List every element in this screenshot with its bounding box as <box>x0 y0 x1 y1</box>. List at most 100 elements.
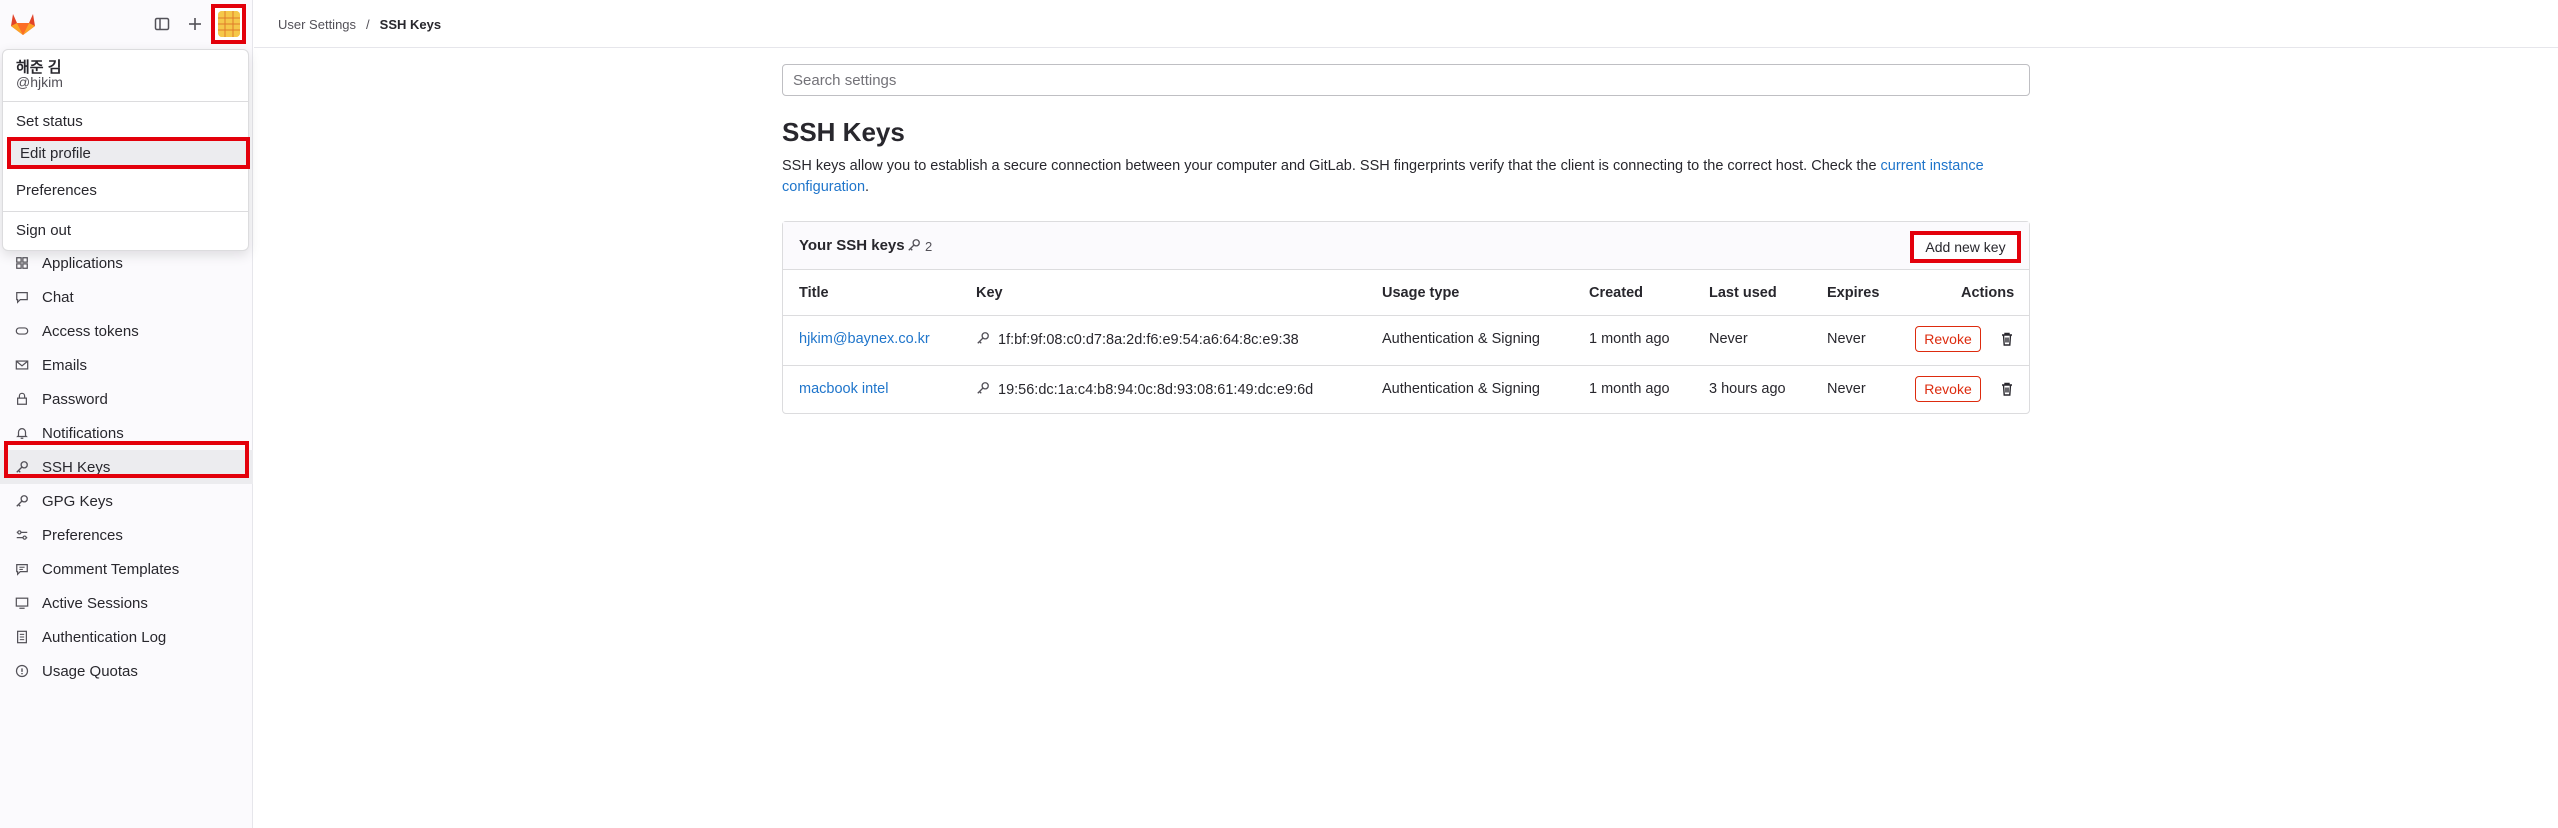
user-handle: @hjkim <box>16 74 63 90</box>
sidebar-item-preferences[interactable]: Preferences <box>0 518 253 552</box>
key-fingerprint-text: 19:56:dc:1a:c4:b8:94:0c:8d:93:08:61:49:d… <box>998 382 1314 398</box>
column-expires: Expires <box>1827 285 1880 301</box>
bell-icon <box>14 425 30 441</box>
column-usage-type: Usage type <box>1382 285 1460 301</box>
column-title: Title <box>799 285 829 301</box>
page-description: SSH keys allow you to establish a secure… <box>782 156 2030 198</box>
key-fingerprint: 1f:bf:9f:08:c0:d7:8a:2d:f6:e9:54:a6:64:8… <box>976 331 1299 349</box>
sidebar-item-access-tokens[interactable]: Access tokens <box>0 314 253 348</box>
sidebar-nav: Applications Chat Access tokens Emails Passw… <box>0 246 253 688</box>
ssh-keys-card: Your SSH keys 2 Add new key Title Key Us… <box>782 221 2030 414</box>
key-icon <box>14 493 30 509</box>
sidebar-item-authentication-log[interactable]: Authentication Log <box>0 620 253 654</box>
card-title: Your SSH keys <box>799 237 905 254</box>
lock-icon <box>14 391 30 407</box>
usage-type: Authentication & Signing <box>1382 381 1540 397</box>
created: 1 month ago <box>1589 381 1670 397</box>
sign-out-item[interactable]: Sign out <box>16 222 71 239</box>
sidebar-item-label: Emails <box>42 356 88 374</box>
last-used: 3 hours ago <box>1709 381 1786 397</box>
breadcrumb-separator: / <box>366 17 370 32</box>
trash-icon[interactable] <box>1997 329 2017 349</box>
edit-profile-item[interactable]: Edit profile <box>7 137 250 169</box>
usage-type: Authentication & Signing <box>1382 331 1540 347</box>
expires: Never <box>1827 381 1866 397</box>
sidebar-item-label: Password <box>42 390 108 408</box>
sidebar-item-label: SSH Keys <box>42 458 111 476</box>
sidebar-item-label: Access tokens <box>42 322 139 340</box>
sidebar-item-label: Usage Quotas <box>42 662 138 680</box>
sidebar-item-comment-templates[interactable]: Comment Templates <box>0 552 253 586</box>
breadcrumb: User Settings / SSH Keys <box>278 17 441 32</box>
comment-template-icon <box>14 561 30 577</box>
preferences-icon <box>14 527 30 543</box>
divider <box>3 211 248 212</box>
card-header: Your SSH keys 2 Add new key <box>783 222 2029 270</box>
sidebar-item-label: Applications <box>42 254 123 272</box>
sidebar-item-label: Chat <box>42 288 74 306</box>
sidebar-item-applications[interactable]: Applications <box>0 246 253 280</box>
description-text: SSH keys allow you to establish a secure… <box>782 158 1881 174</box>
key-icon <box>976 331 990 349</box>
key-title-link[interactable]: macbook intel <box>799 381 888 397</box>
sidebar-header <box>0 0 253 48</box>
sidebar-item-label: Comment Templates <box>42 560 180 578</box>
created: 1 month ago <box>1589 331 1670 347</box>
trash-icon[interactable] <box>1997 379 2017 399</box>
mail-icon <box>14 357 30 373</box>
top-bar: User Settings / SSH Keys <box>254 0 2558 48</box>
gitlab-logo-icon[interactable] <box>10 12 36 36</box>
sidebar-toggle-icon[interactable] <box>151 13 173 35</box>
sidebar-item-label: Authentication Log <box>42 628 167 646</box>
sidebar-item-chat[interactable]: Chat <box>0 280 253 314</box>
plus-icon[interactable] <box>184 13 206 35</box>
page-title: SSH Keys <box>782 117 905 147</box>
breadcrumb-user-settings[interactable]: User Settings <box>278 17 356 32</box>
sidebar-item-active-sessions[interactable]: Active Sessions <box>0 586 253 620</box>
key-title-link[interactable]: hjkim@baynex.co.kr <box>799 331 930 347</box>
column-last-used: Last used <box>1709 285 1777 301</box>
log-icon <box>14 629 30 645</box>
quota-icon <box>14 663 30 679</box>
sidebar-item-usage-quotas[interactable]: Usage Quotas <box>0 654 253 688</box>
row-divider <box>783 315 2029 316</box>
set-status-item[interactable]: Set status <box>16 113 83 130</box>
description-end: . <box>865 179 870 195</box>
breadcrumb-ssh-keys[interactable]: SSH Keys <box>380 17 441 32</box>
key-icon <box>14 459 30 475</box>
sidebar-item-label: Active Sessions <box>42 594 148 612</box>
avatar <box>217 11 240 37</box>
last-used: Never <box>1709 331 1748 347</box>
preferences-item[interactable]: Preferences <box>16 182 97 199</box>
applications-icon <box>14 255 30 271</box>
add-new-key-button[interactable]: Add new key <box>1910 231 2021 263</box>
column-key: Key <box>976 285 1003 301</box>
key-fingerprint: 19:56:dc:1a:c4:b8:94:0c:8d:93:08:61:49:d… <box>976 381 1313 399</box>
key-fingerprint-text: 1f:bf:9f:08:c0:d7:8a:2d:f6:e9:54:a6:64:8… <box>998 332 1299 348</box>
sidebar-item-emails[interactable]: Emails <box>0 348 253 382</box>
revoke-button[interactable]: Revoke <box>1915 376 1981 402</box>
row-divider <box>783 365 2029 366</box>
sidebar-item-label: GPG Keys <box>42 492 113 510</box>
sidebar-item-label: Notifications <box>42 424 124 442</box>
sidebar-item-gpg-keys[interactable]: GPG Keys <box>0 484 253 518</box>
column-actions: Actions <box>1961 285 2015 301</box>
key-count-value: 2 <box>925 239 933 254</box>
sidebar-item-notifications[interactable]: Notifications <box>0 416 253 450</box>
expires: Never <box>1827 331 1866 347</box>
user-avatar-button[interactable] <box>211 4 246 44</box>
search-input[interactable] <box>782 64 2030 96</box>
revoke-button[interactable]: Revoke <box>1915 326 1981 352</box>
divider <box>3 101 248 102</box>
token-icon <box>14 323 30 339</box>
column-created: Created <box>1589 285 1643 301</box>
user-menu-dropdown: 해준 김 @hjkim Set status Edit profile Pref… <box>2 49 250 251</box>
sidebar-item-ssh-keys[interactable]: SSH Keys <box>0 450 253 484</box>
key-icon <box>976 381 990 399</box>
monitor-icon <box>14 595 30 611</box>
sidebar-item-label: Preferences <box>42 526 123 544</box>
sidebar-item-password[interactable]: Password <box>0 382 253 416</box>
key-icon <box>907 238 921 255</box>
key-count: 2 <box>907 238 932 255</box>
comment-icon <box>14 289 30 305</box>
